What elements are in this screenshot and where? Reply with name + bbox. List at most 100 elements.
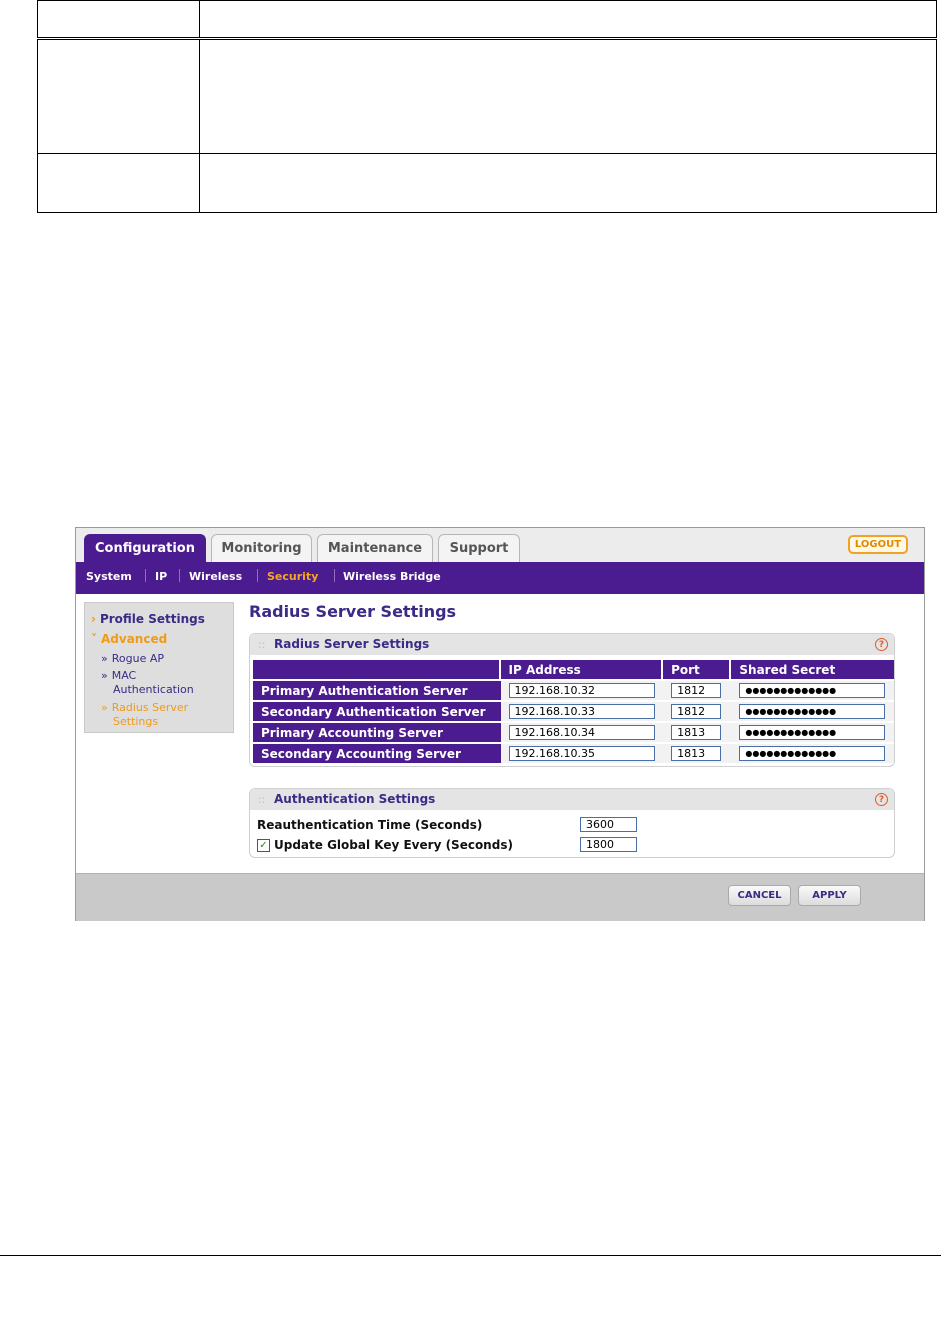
help-icon[interactable]: ?	[875, 638, 888, 651]
shared-secret-input[interactable]: ●●●●●●●●●●●●●	[739, 746, 886, 761]
shared-secret-input[interactable]: ●●●●●●●●●●●●●	[739, 704, 886, 719]
sidebar-item-label-line2: Authentication	[113, 683, 194, 696]
sidebar-item-rogue-ap[interactable]: » Rogue AP	[101, 652, 164, 665]
subnav-security[interactable]: Security	[267, 570, 318, 583]
subnav-divider	[179, 569, 180, 582]
help-icon[interactable]: ?	[875, 793, 888, 806]
shared-secret-input[interactable]: ●●●●●●●●●●●●●	[739, 725, 886, 740]
shared-secret-input[interactable]: ●●●●●●●●●●●●●	[739, 683, 886, 698]
radius-server-panel: :: Radius Server Settings ? IP Address P…	[249, 633, 895, 767]
panel-title: Radius Server Settings	[274, 637, 430, 651]
table-cell	[37, 152, 200, 214]
main-tab-bar: Configuration Monitoring Maintenance Sup…	[76, 528, 924, 562]
port-input[interactable]: 1812	[671, 704, 722, 719]
port-input[interactable]: 1812	[671, 683, 722, 698]
sidebar-item-advanced[interactable]: ˅ Advanced	[91, 632, 167, 646]
reauth-time-input[interactable]: 3600	[580, 817, 637, 832]
sidebar-item-label: Radius Server	[111, 701, 189, 714]
port-cell: 1813	[663, 744, 732, 763]
document-table	[37, 0, 937, 214]
port-input[interactable]: 1813	[671, 746, 722, 761]
apply-button[interactable]: APPLY	[798, 885, 861, 906]
double-chevron-icon: »	[101, 669, 108, 682]
authentication-settings-panel: :: Authentication Settings ? Reauthentic…	[249, 788, 895, 858]
sidebar-item-label-line2: Settings	[113, 715, 159, 728]
ip-address-cell: 192.168.10.33	[500, 702, 664, 721]
update-global-key-label: Update Global Key Every (Seconds)	[274, 838, 513, 852]
ip-address-input[interactable]: 192.168.10.32	[508, 683, 655, 698]
panel-header: :: Authentication Settings ?	[250, 789, 894, 810]
port-cell: 1812	[663, 702, 732, 721]
table-cell	[199, 152, 937, 214]
subnav-wireless-bridge[interactable]: Wireless Bridge	[343, 570, 441, 583]
page-title: Radius Server Settings	[249, 602, 457, 621]
ip-address-cell: 192.168.10.35	[500, 744, 664, 763]
subnav-ip[interactable]: IP	[155, 570, 167, 583]
security-subnav: System IP Wireless Security Wireless Bri…	[76, 562, 924, 594]
sidebar-item-label: Rogue AP	[111, 652, 164, 665]
panel-title: Authentication Settings	[274, 792, 436, 806]
secret-cell: ●●●●●●●●●●●●●	[731, 702, 894, 721]
table-header-row: IP Address Port Shared Secret	[253, 660, 894, 679]
secret-cell: ●●●●●●●●●●●●●	[731, 681, 894, 700]
chevron-down-icon: ˅	[91, 632, 97, 646]
double-chevron-icon: »	[101, 652, 108, 665]
chevron-right-icon: ›	[91, 612, 96, 626]
update-global-key-row: ✓ Update Global Key Every (Seconds)	[257, 838, 513, 852]
radius-server-table: IP Address Port Shared Secret Primary Au…	[253, 658, 894, 765]
column-header-shared-secret: Shared Secret	[731, 660, 894, 679]
table-header-cell	[199, 0, 937, 41]
ip-address-input[interactable]: 192.168.10.33	[508, 704, 655, 719]
port-cell: 1813	[663, 723, 732, 742]
subnav-divider	[334, 569, 335, 582]
cancel-button[interactable]: CANCEL	[728, 885, 791, 906]
drag-handle-icon: ::	[258, 638, 266, 651]
ip-address-input[interactable]: 192.168.10.34	[508, 725, 655, 740]
table-row: Primary Authentication Server 192.168.10…	[253, 681, 894, 700]
column-header-ip-address: IP Address	[500, 660, 664, 679]
sidebar-item-profile-settings[interactable]: › Profile Settings	[91, 612, 205, 626]
update-global-key-input[interactable]: 1800	[580, 837, 637, 852]
subnav-divider	[145, 569, 146, 582]
subnav-divider	[257, 569, 258, 582]
server-label: Secondary Accounting Server	[253, 744, 501, 763]
subnav-wireless[interactable]: Wireless	[189, 570, 242, 583]
footer-bar: CANCEL APPLY	[76, 873, 924, 921]
page-footer-rule	[0, 1255, 941, 1256]
subnav-system[interactable]: System	[86, 570, 132, 583]
secret-cell: ●●●●●●●●●●●●●	[731, 744, 894, 763]
sidebar-item-label: Advanced	[101, 632, 168, 646]
tab-maintenance[interactable]: Maintenance	[317, 534, 433, 562]
sidebar-item-mac-authentication[interactable]: » MAC	[101, 669, 136, 682]
ip-address-input[interactable]: 192.168.10.35	[508, 746, 655, 761]
panel-header: :: Radius Server Settings ?	[250, 634, 894, 655]
port-cell: 1812	[663, 681, 732, 700]
tab-support[interactable]: Support	[438, 534, 520, 562]
table-row: Primary Accounting Server 192.168.10.34 …	[253, 723, 894, 742]
drag-handle-icon: ::	[258, 793, 266, 806]
sidebar-item-label: MAC	[111, 669, 137, 682]
column-header-empty	[253, 660, 501, 679]
secret-cell: ●●●●●●●●●●●●●	[731, 723, 894, 742]
tab-configuration[interactable]: Configuration	[84, 534, 206, 562]
sidebar: › Profile Settings ˅ Advanced » Rogue AP » M…	[84, 602, 234, 733]
server-label: Primary Authentication Server	[253, 681, 501, 700]
tab-monitoring[interactable]: Monitoring	[211, 534, 312, 562]
ip-address-cell: 192.168.10.34	[500, 723, 664, 742]
update-global-key-checkbox[interactable]: ✓	[257, 839, 270, 852]
sidebar-item-radius-server-settings[interactable]: » Radius Server	[101, 701, 188, 714]
reauth-time-label: Reauthentication Time (Seconds)	[257, 818, 483, 832]
ip-address-cell: 192.168.10.32	[500, 681, 664, 700]
logout-button[interactable]: LOGOUT	[848, 535, 908, 554]
port-input[interactable]: 1813	[671, 725, 722, 740]
double-chevron-icon: »	[101, 701, 108, 714]
router-config-screenshot: Configuration Monitoring Maintenance Sup…	[75, 527, 925, 921]
server-label: Primary Accounting Server	[253, 723, 501, 742]
table-row: Secondary Authentication Server 192.168.…	[253, 702, 894, 721]
table-cell	[199, 38, 937, 154]
server-label: Secondary Authentication Server	[253, 702, 501, 721]
table-cell	[37, 38, 200, 154]
sidebar-item-label: Profile Settings	[99, 612, 205, 626]
column-header-port: Port	[663, 660, 732, 679]
table-header-cell	[37, 0, 200, 41]
